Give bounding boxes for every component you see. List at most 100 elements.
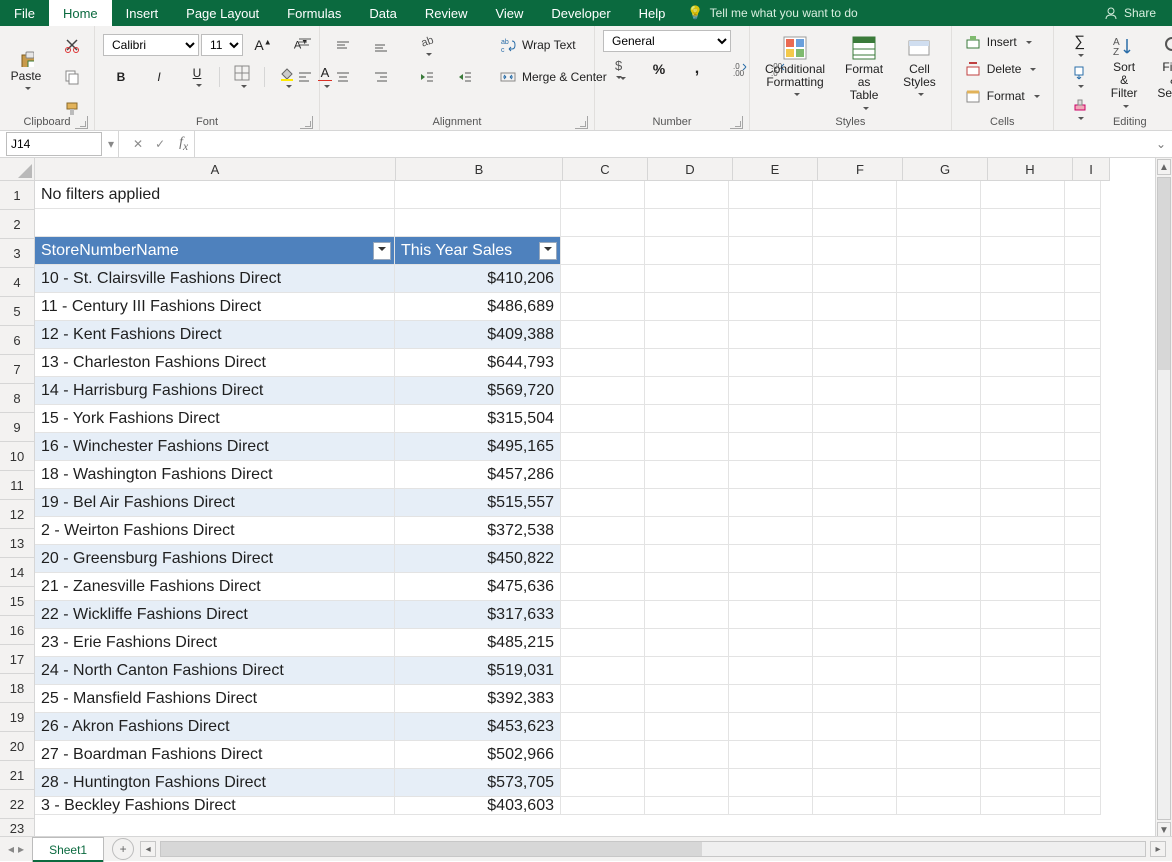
row-header[interactable]: 22 [0, 790, 34, 819]
dialog-launcher-icon[interactable] [575, 116, 588, 129]
cell[interactable]: $453,623 [395, 713, 561, 741]
cell[interactable] [981, 657, 1065, 685]
cell[interactable] [729, 377, 813, 405]
cell[interactable] [645, 321, 729, 349]
cell[interactable] [561, 629, 645, 657]
cell[interactable] [813, 601, 897, 629]
cell[interactable] [561, 265, 645, 293]
italic-button[interactable]: I [141, 62, 177, 92]
cell[interactable] [897, 433, 981, 461]
filter-dropdown-button[interactable] [539, 242, 557, 260]
cell[interactable]: 19 - Bel Air Fashions Direct [35, 489, 395, 517]
align-top-button[interactable] [287, 30, 323, 60]
cell[interactable]: 18 - Washington Fashions Direct [35, 461, 395, 489]
align-bottom-button[interactable] [363, 30, 399, 60]
cell[interactable] [897, 489, 981, 517]
align-right-button[interactable] [363, 62, 399, 92]
tab-view[interactable]: View [481, 0, 537, 26]
cell[interactable] [1065, 545, 1101, 573]
row-header[interactable]: 15 [0, 587, 34, 616]
cell[interactable] [813, 741, 897, 769]
cell[interactable]: $392,383 [395, 685, 561, 713]
share-button[interactable]: Share [1088, 0, 1172, 26]
cell[interactable] [981, 209, 1065, 237]
cell[interactable] [561, 685, 645, 713]
cell[interactable] [395, 209, 561, 237]
cell[interactable] [645, 265, 729, 293]
cell[interactable]: 20 - Greensburg Fashions Direct [35, 545, 395, 573]
cell[interactable] [813, 629, 897, 657]
cell[interactable] [561, 433, 645, 461]
cell[interactable] [981, 629, 1065, 657]
cell[interactable] [561, 349, 645, 377]
cell[interactable] [897, 209, 981, 237]
cell[interactable] [1065, 769, 1101, 797]
filter-dropdown-button[interactable] [373, 242, 391, 260]
cell[interactable] [981, 321, 1065, 349]
tab-home[interactable]: Home [49, 0, 112, 26]
tab-page-layout[interactable]: Page Layout [172, 0, 273, 26]
tab-data[interactable]: Data [355, 0, 410, 26]
cell[interactable]: $410,206 [395, 265, 561, 293]
column-header[interactable]: E [733, 158, 818, 181]
cell[interactable] [1065, 433, 1101, 461]
row-header[interactable]: 1 [0, 181, 34, 210]
cell[interactable] [729, 265, 813, 293]
row-header[interactable]: 10 [0, 442, 34, 471]
row-header[interactable]: 4 [0, 268, 34, 297]
cell[interactable]: 21 - Zanesville Fashions Direct [35, 573, 395, 601]
row-header[interactable]: 18 [0, 674, 34, 703]
tab-review[interactable]: Review [411, 0, 482, 26]
row-header[interactable]: 7 [0, 355, 34, 384]
tell-me-input[interactable]: Tell me what you want to do [710, 6, 858, 20]
cell[interactable] [897, 545, 981, 573]
cell[interactable] [561, 237, 645, 265]
dialog-launcher-icon[interactable] [75, 116, 88, 129]
cell[interactable] [729, 489, 813, 517]
cell[interactable]: 23 - Erie Fashions Direct [35, 629, 395, 657]
cell[interactable] [1065, 461, 1101, 489]
cell[interactable] [813, 405, 897, 433]
cell[interactable] [813, 181, 897, 209]
cell[interactable]: $485,215 [395, 629, 561, 657]
cell[interactable] [897, 629, 981, 657]
cell[interactable] [645, 489, 729, 517]
autosum-button[interactable]: ∑ [1062, 30, 1098, 60]
cell[interactable]: 10 - St. Clairsville Fashions Direct [35, 265, 395, 293]
cell[interactable] [729, 545, 813, 573]
comma-button[interactable]: , [679, 54, 715, 84]
cell[interactable] [981, 713, 1065, 741]
row-header[interactable]: 6 [0, 326, 34, 355]
cell[interactable] [813, 293, 897, 321]
tab-file[interactable]: File [0, 0, 49, 26]
cell[interactable] [1065, 377, 1101, 405]
cell[interactable]: 22 - Wickliffe Fashions Direct [35, 601, 395, 629]
cell[interactable] [813, 685, 897, 713]
cell[interactable] [645, 601, 729, 629]
cell[interactable] [897, 461, 981, 489]
cell[interactable] [561, 461, 645, 489]
cell[interactable] [561, 517, 645, 545]
cell[interactable] [645, 405, 729, 433]
insert-cells-button[interactable]: Insert [960, 30, 1055, 55]
cell[interactable] [1065, 181, 1101, 209]
cell[interactable] [981, 685, 1065, 713]
cell[interactable] [1065, 405, 1101, 433]
cell[interactable]: 11 - Century III Fashions Direct [35, 293, 395, 321]
cell[interactable] [1065, 685, 1101, 713]
sheet-nav-prev[interactable]: ◂ [8, 842, 14, 856]
format-as-table-button[interactable]: Format as Table [838, 30, 890, 116]
column-header[interactable]: C [563, 158, 648, 181]
font-name-select[interactable]: Calibri [103, 34, 199, 56]
cell[interactable] [729, 461, 813, 489]
scroll-track[interactable] [1157, 177, 1171, 820]
cell[interactable] [813, 349, 897, 377]
column-header[interactable]: F [818, 158, 903, 181]
cell[interactable] [645, 517, 729, 545]
cell[interactable] [729, 293, 813, 321]
cell[interactable] [561, 377, 645, 405]
cell[interactable] [981, 573, 1065, 601]
cell[interactable]: $450,822 [395, 545, 561, 573]
increase-indent-button[interactable] [447, 62, 483, 92]
scroll-right-button[interactable]: ▸ [1150, 841, 1166, 857]
